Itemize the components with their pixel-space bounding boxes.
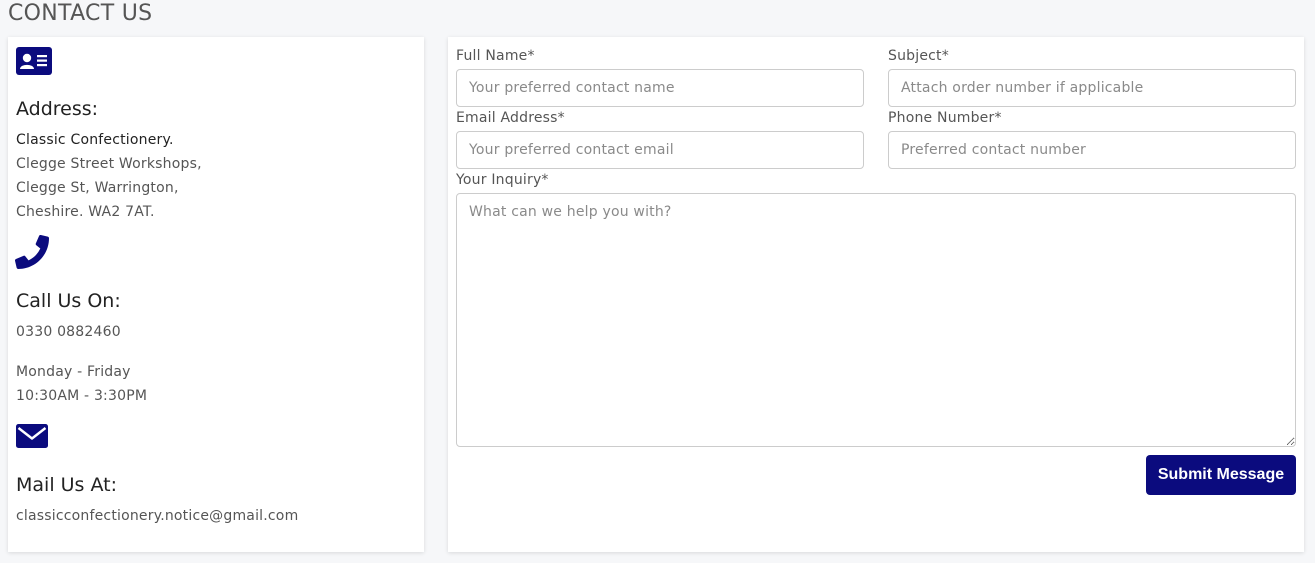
opening-days: Monday - Friday [16, 364, 131, 380]
inquiry-textarea[interactable] [456, 193, 1296, 447]
phone-icon [15, 235, 49, 269]
full-name-input[interactable] [456, 69, 864, 107]
address-card-icon [16, 47, 52, 75]
phone-number-label: Phone Number* [888, 110, 1002, 126]
full-name-label: Full Name* [456, 48, 535, 64]
email-label: Email Address* [456, 110, 565, 126]
envelope-icon [16, 424, 48, 448]
contact-info-card: Address: Classic Confectionery. Clegge S… [8, 37, 424, 552]
subject-label: Subject* [888, 48, 949, 64]
inquiry-label: Your Inquiry* [456, 172, 549, 188]
address-line-company: Classic Confectionery. [16, 132, 174, 148]
opening-hours: 10:30AM - 3:30PM [16, 388, 148, 404]
address-heading: Address: [16, 98, 99, 120]
phone-number-input[interactable] [888, 131, 1296, 169]
contact-form-card: Full Name* Subject* Email Address* Phone… [448, 37, 1304, 552]
phone-heading: Call Us On: [16, 290, 121, 312]
email-address: classicconfectionery.notice@gmail.com [16, 508, 299, 524]
address-line-town: Clegge St, Warrington, [16, 180, 179, 196]
email-input[interactable] [456, 131, 864, 169]
address-line-county: Cheshire. WA2 7AT. [16, 204, 155, 220]
submit-message-button[interactable]: Submit Message [1146, 455, 1296, 495]
address-line-street: Clegge Street Workshops, [16, 156, 202, 172]
phone-number: 0330 0882460 [16, 324, 121, 340]
page-title: CONTACT US [8, 1, 153, 26]
subject-input[interactable] [888, 69, 1296, 107]
mail-heading: Mail Us At: [16, 474, 117, 496]
